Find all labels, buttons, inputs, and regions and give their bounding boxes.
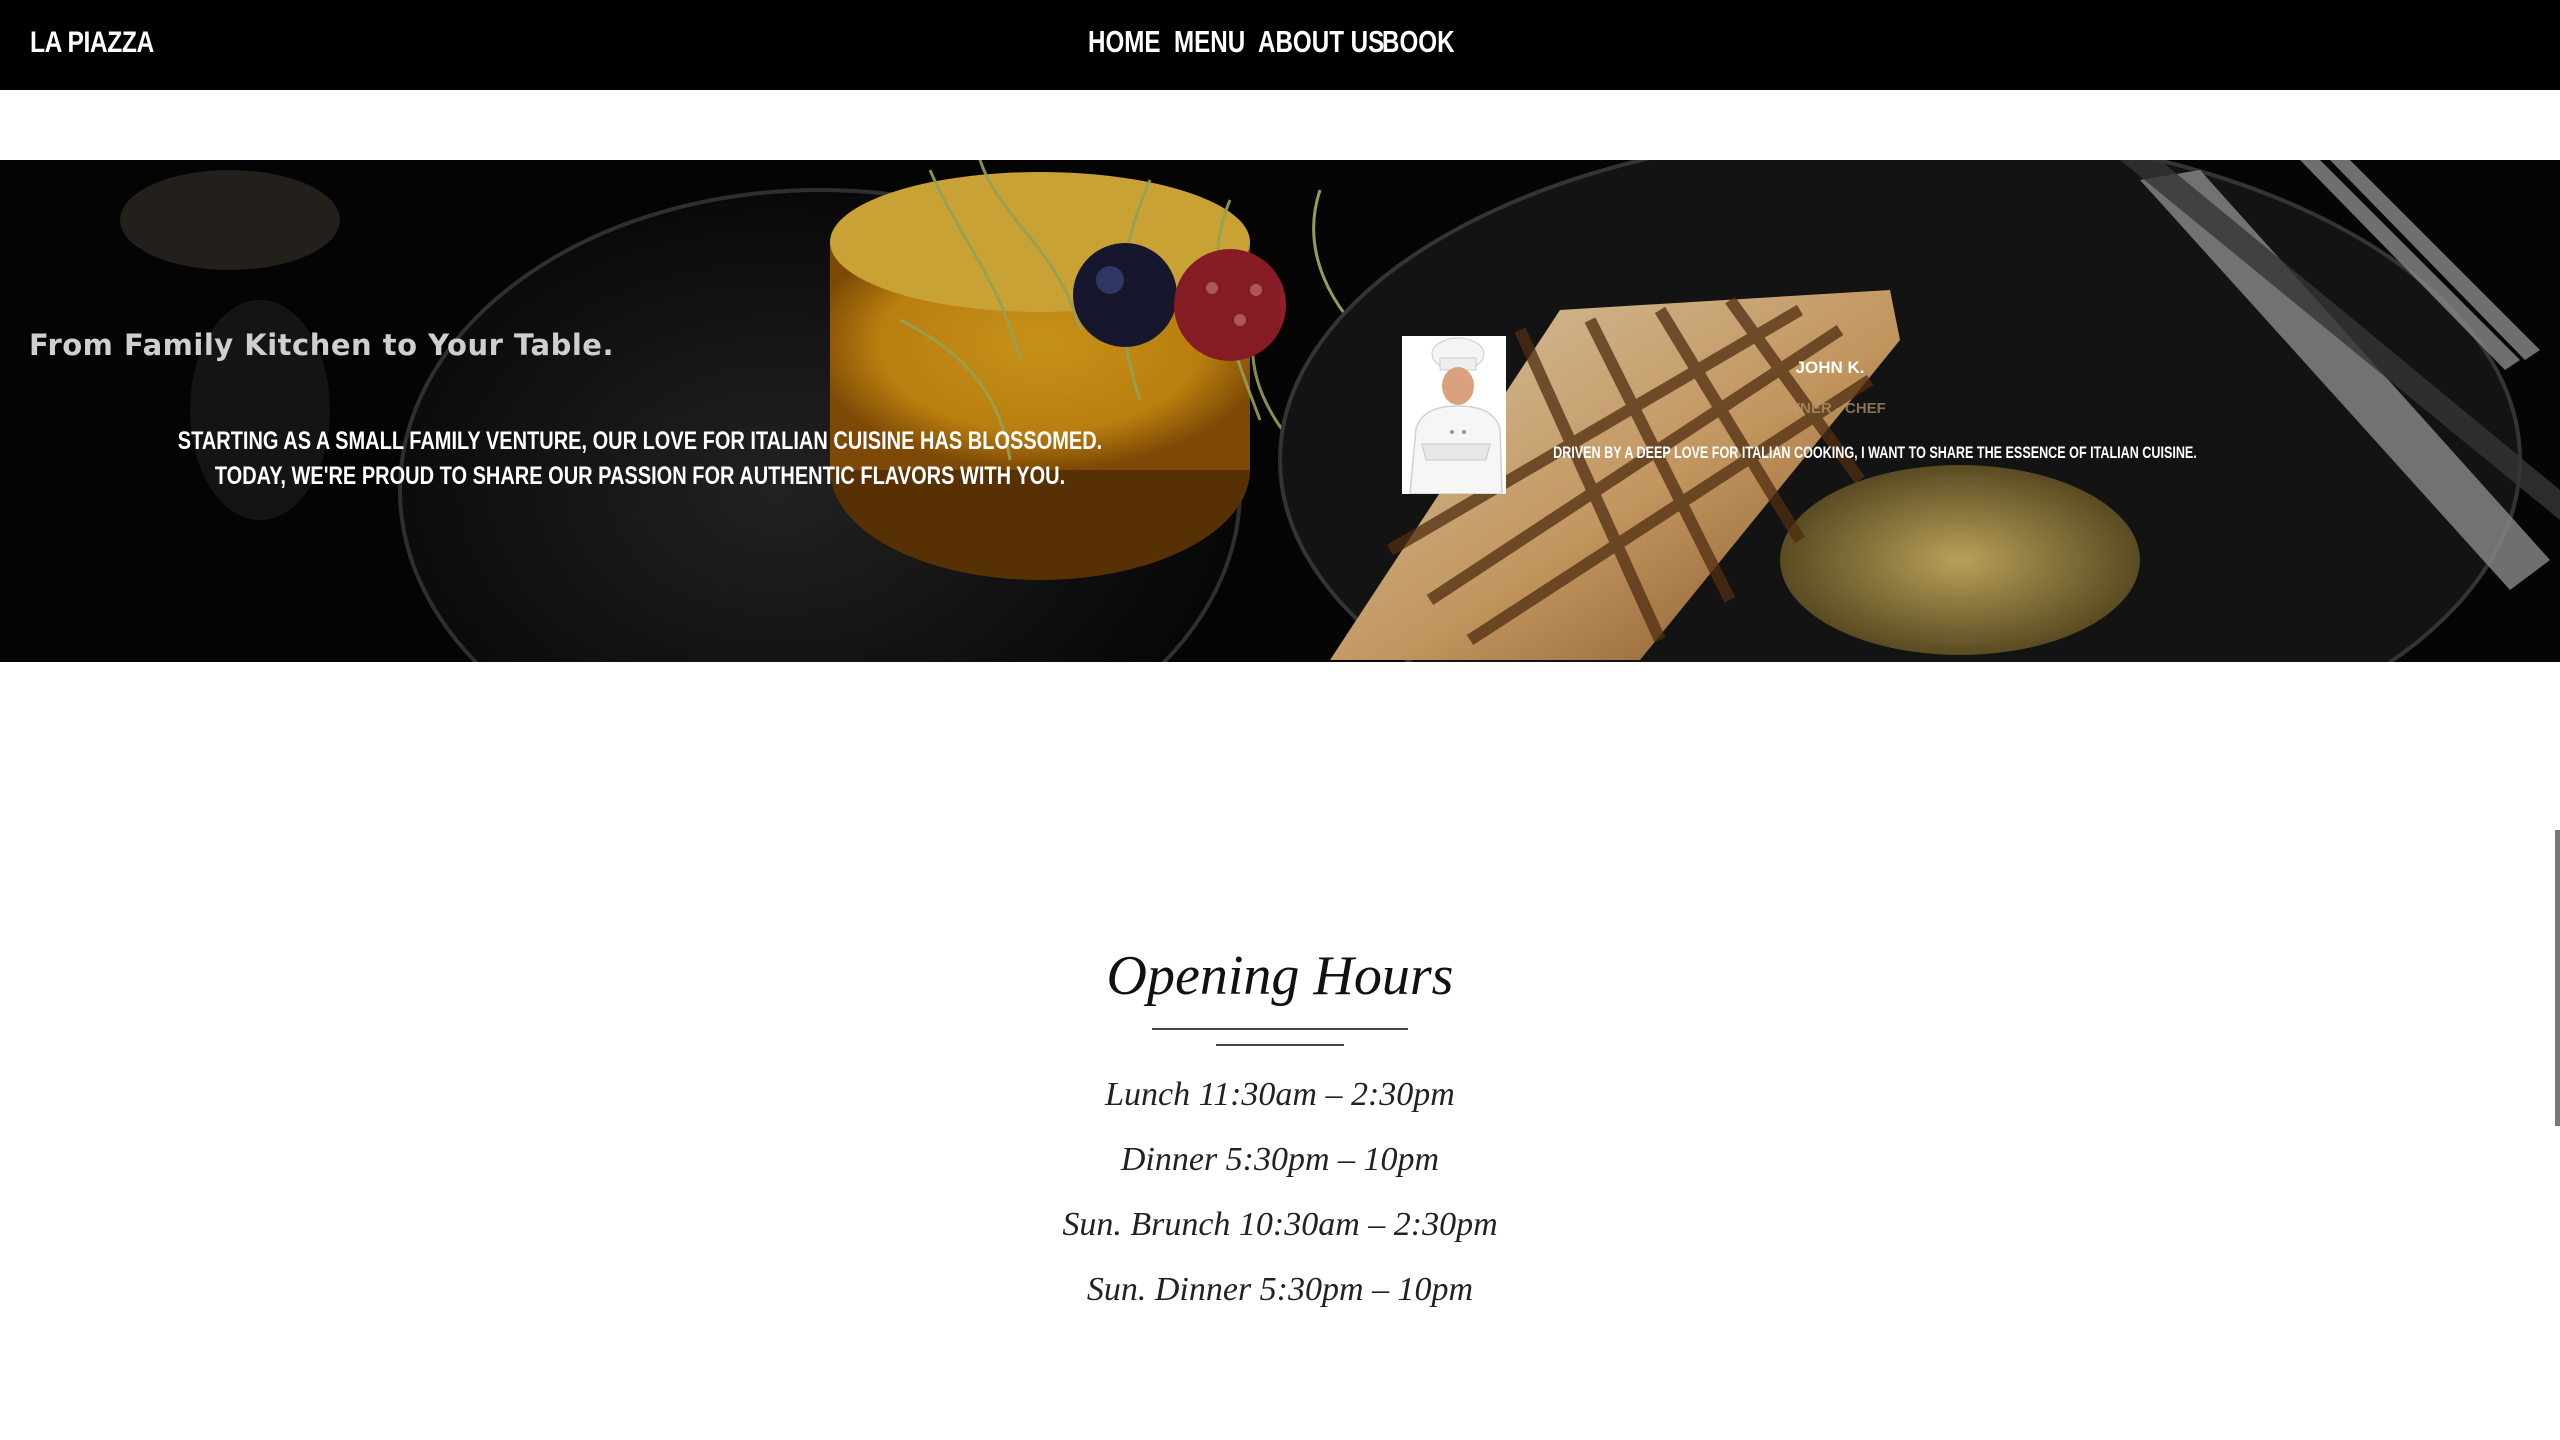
- navbar: LA PIAZZA HOME MENU ABOUT US BOOK: [0, 0, 2560, 90]
- nav-link-book[interactable]: BOOK: [1382, 24, 1455, 60]
- hours-item-sun-brunch: Sun. Brunch 10:30am – 2:30pm: [1062, 1206, 1498, 1243]
- nav-link-menu[interactable]: MENU: [1174, 24, 1245, 60]
- title-underline: [1152, 1028, 1408, 1030]
- title-underline-short: [1216, 1044, 1344, 1046]
- hero-story-text: STARTING AS A SMALL FAMILY VENTURE, OUR …: [177, 427, 1103, 490]
- nav-link-about-us[interactable]: ABOUT US: [1258, 24, 1384, 60]
- chef-quote: DRIVEN BY A DEEP LOVE FOR ITALIAN COOKIN…: [1553, 443, 2197, 462]
- chef-role: OWNER - CHEF: [1774, 400, 1886, 417]
- hero-left-overlay: [0, 160, 1280, 662]
- chef-photo: [1402, 336, 1506, 494]
- chef-name: JOHN K.: [1795, 358, 1865, 377]
- hours-item-dinner: Dinner 5:30pm – 10pm: [1120, 1141, 1440, 1178]
- nav-link-home[interactable]: HOME: [1088, 24, 1161, 60]
- scrollbar-thumb[interactable]: [2555, 830, 2560, 1126]
- hero-tagline: From Family Kitchen to Your Table.: [29, 328, 614, 362]
- hours-item-lunch: Lunch 11:30am – 2:30pm: [1105, 1076, 1455, 1113]
- hours-item-sun-dinner: Sun. Dinner 5:30pm – 10pm: [1086, 1271, 1474, 1308]
- opening-hours-title: Opening Hours: [1106, 945, 1454, 1007]
- brand-logo[interactable]: LA PIAZZA: [30, 26, 154, 60]
- hours-list: Lunch 11:30am – 2:30pm Dinner 5:30pm – 1…: [0, 1068, 2560, 1328]
- hero-banner: From Family Kitchen to Your Table. START…: [0, 160, 2560, 662]
